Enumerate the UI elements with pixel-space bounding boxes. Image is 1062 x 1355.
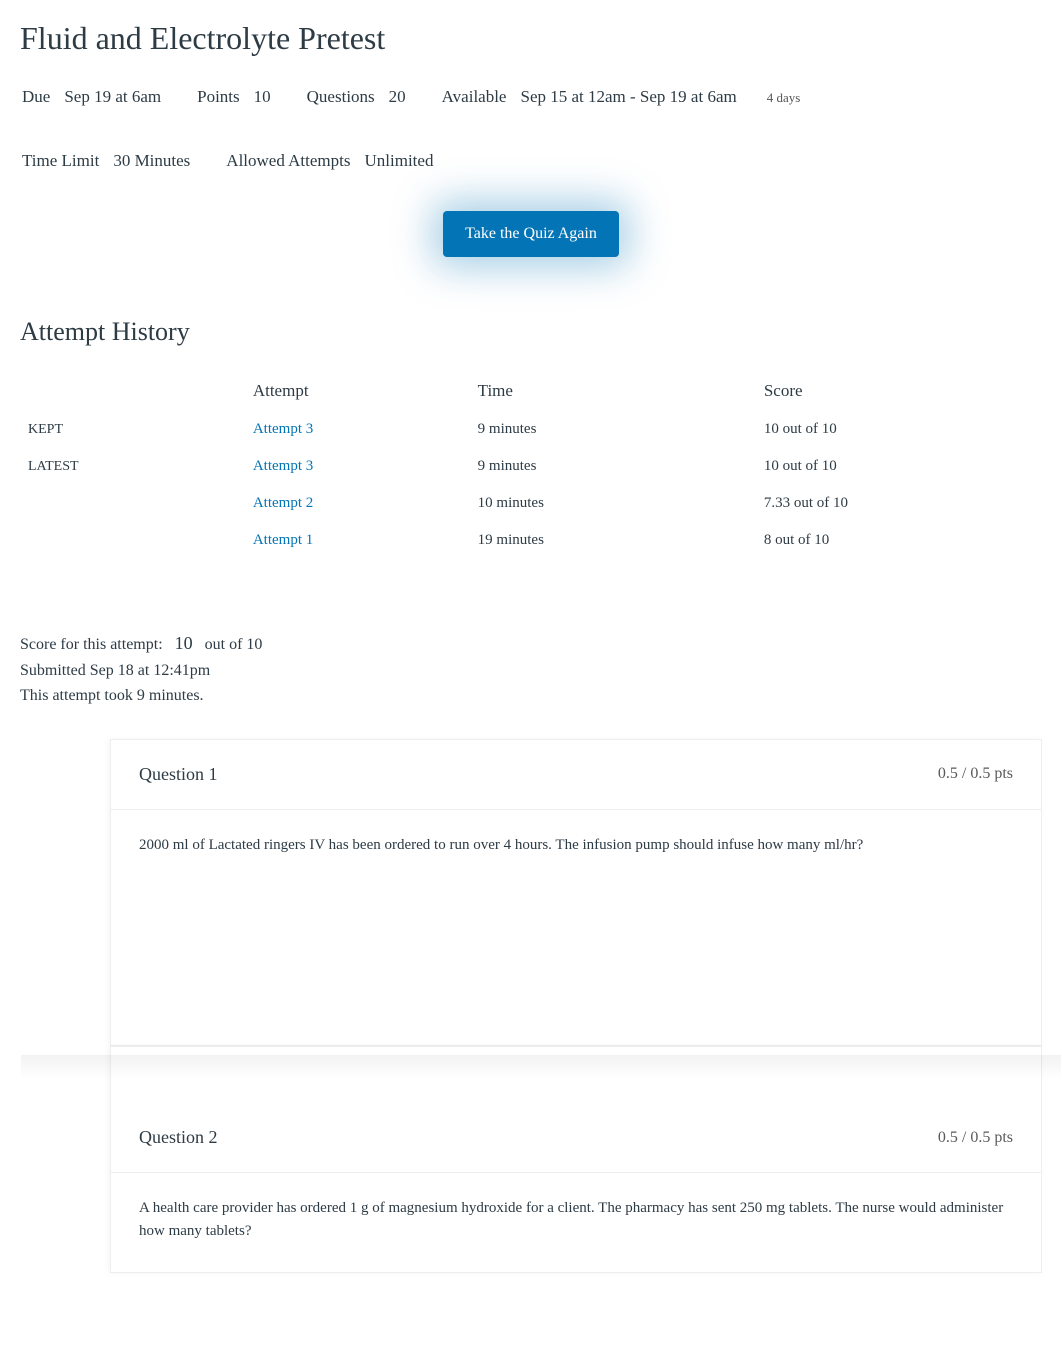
meta-available: Available Sep 15 at 12am - Sep 19 at 6am… [442, 87, 801, 107]
attempt-score: 10 out of 10 [756, 448, 1042, 485]
attempt-link[interactable]: Attempt 2 [253, 495, 313, 511]
meta-time-limit: Time Limit 30 Minutes [22, 151, 190, 171]
attempt-link[interactable]: Attempt 3 [253, 458, 313, 474]
meta-available-value: Sep 15 at 12am - Sep 19 at 6am [520, 87, 736, 107]
question-points: 0.5 / 0.5 pts [938, 1129, 1013, 1147]
attempt-time: 9 minutes [470, 411, 756, 448]
score-prefix: Score for this attempt: [20, 636, 163, 653]
duration-line: This attempt took 9 minutes. [20, 683, 1042, 709]
take-quiz-again-button[interactable]: Take the Quiz Again [443, 211, 619, 257]
quiz-meta: Due Sep 19 at 6am Points 10 Questions 20… [20, 87, 1042, 171]
meta-points-value: 10 [254, 87, 271, 107]
attempt-time: 19 minutes [470, 522, 756, 559]
question-title: Question 2 [139, 1127, 218, 1148]
attempt-link[interactable]: Attempt 1 [253, 532, 313, 548]
question-points: 0.5 / 0.5 pts [938, 765, 1013, 783]
meta-time-limit-label: Time Limit [22, 151, 99, 171]
status-badge: KEPT [28, 422, 63, 437]
meta-due-label: Due [22, 87, 50, 107]
attempt-score: 10 out of 10 [756, 411, 1042, 448]
attempt-time: 9 minutes [470, 448, 756, 485]
attempt-score: 7.33 out of 10 [756, 485, 1042, 522]
history-header-time: Time [470, 371, 756, 411]
score-value: 10 [175, 633, 193, 653]
meta-questions-label: Questions [307, 87, 375, 107]
history-header-score: Score [756, 371, 1042, 411]
table-row: KEPT Attempt 3 9 minutes 10 out of 10 [20, 411, 1042, 448]
status-badge: LATEST [28, 459, 79, 474]
meta-questions: Questions 20 [307, 87, 406, 107]
history-header-attempt: Attempt [245, 371, 470, 411]
meta-points-label: Points [197, 87, 240, 107]
meta-allowed-attempts-label: Allowed Attempts [226, 151, 350, 171]
score-suffix: out of 10 [205, 636, 263, 653]
meta-points: Points 10 [197, 87, 271, 107]
attempt-link[interactable]: Attempt 3 [253, 421, 313, 437]
question-body: A health care provider has ordered 1 g o… [111, 1173, 1041, 1272]
submitted-line: Submitted Sep 18 at 12:41pm [20, 658, 1042, 684]
meta-allowed-attempts-value: Unlimited [365, 151, 434, 171]
meta-allowed-attempts: Allowed Attempts Unlimited [226, 151, 433, 171]
table-row: Attempt 2 10 minutes 7.33 out of 10 [20, 485, 1042, 522]
question-card: Question 1 0.5 / 0.5 pts 2000 ml of Lact… [110, 739, 1042, 1046]
meta-due: Due Sep 19 at 6am [22, 87, 161, 107]
meta-available-duration: 4 days [767, 90, 801, 106]
question-body: 2000 ml of Lactated ringers IV has been … [111, 810, 1041, 885]
meta-due-value: Sep 19 at 6am [64, 87, 161, 107]
table-row: Attempt 1 19 minutes 8 out of 10 [20, 522, 1042, 559]
history-header-status [20, 371, 245, 411]
attempt-score: 8 out of 10 [756, 522, 1042, 559]
question-title: Question 1 [139, 764, 218, 785]
attempt-history-table: Attempt Time Score KEPT Attempt 3 9 minu… [20, 371, 1042, 559]
question-card: Question 2 0.5 / 0.5 pts A health care p… [110, 1046, 1042, 1273]
answer-area [111, 885, 1041, 1045]
attempt-time: 10 minutes [470, 485, 756, 522]
table-row: LATEST Attempt 3 9 minutes 10 out of 10 [20, 448, 1042, 485]
page-title: Fluid and Electrolyte Pretest [20, 20, 1042, 57]
score-summary: Score for this attempt: 10 out of 10 Sub… [20, 629, 1042, 709]
meta-questions-value: 20 [389, 87, 406, 107]
meta-time-limit-value: 30 Minutes [113, 151, 190, 171]
attempt-history-title: Attempt History [20, 317, 1042, 347]
meta-available-label: Available [442, 87, 507, 107]
